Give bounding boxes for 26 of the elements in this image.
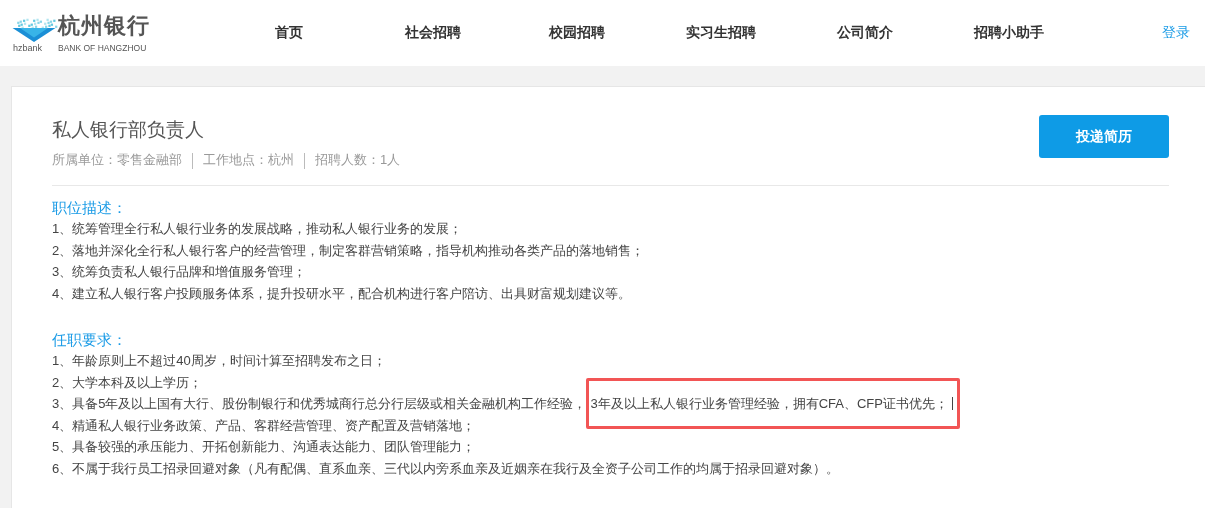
nav-link[interactable]: 公司简介 xyxy=(793,24,937,42)
list-line: 4、精通私人银行业务政策、产品、客群经营管理、资产配置及营销落地； xyxy=(52,417,476,433)
list-line: 1、统筹管理全行私人银行业务的发展战略，推动私人银行业务的发展； xyxy=(52,221,463,236)
list-line: 5、具备较强的承压能力、开拓创新能力、沟通表达能力、团队管理能力； xyxy=(52,439,476,454)
nav-link[interactable]: 招聘小助手 xyxy=(937,24,1081,42)
logo-tag: hzbank xyxy=(13,43,43,53)
logo-subtitle: BANK OF HANGZHOU xyxy=(58,43,147,53)
list-line: 6、不属于我行员工招录回避对象（凡有配偶、直系血亲、三代以内旁系血亲及近姻亲在我行及全资子公司工作的均属于招录回避对象）。 xyxy=(52,460,840,476)
nav-link[interactable]: 实习生招聘 xyxy=(649,24,793,42)
job-meta: 所属单位：零售金融部 xyxy=(52,151,182,169)
section-heading: 职位描述： xyxy=(52,198,128,218)
list-line: 3、统筹负责私人银行品牌和增值服务管理； xyxy=(52,264,307,279)
highlighted-text: 3年及以上私人银行业务管理经验，拥有CFA、CFP证书优先； xyxy=(586,378,960,429)
job-meta: 招聘人数：1人 xyxy=(304,153,401,169)
nav-link[interactable]: 首页 xyxy=(217,24,361,42)
list-line: 2、落地并深化全行私人银行客户的经营管理，制定客群营销策略，指导机构推动各类产品的落地销售； xyxy=(52,242,645,258)
nav-link[interactable]: 校园招聘 xyxy=(505,24,649,42)
list-line: 2、大学本科及以上学历； xyxy=(52,374,203,390)
list-line: 3、具备5年及以上国有大行、股份制银行和优秀城商行总分行层级或相关金融机构工作经验， xyxy=(52,396,587,411)
list-line: 4、建立私人银行客户投顾服务体系，提升投研水平，配合机构进行客户陪访、出具财富规划建议等。 xyxy=(52,285,632,301)
section-heading: 任职要求： xyxy=(52,330,128,350)
job-title: 私人银行部负责人 xyxy=(52,118,205,142)
list-line: 1、年龄原则上不超过40周岁，时间计算至招聘发布之日； xyxy=(52,353,386,368)
nav-link[interactable]: 社会招聘 xyxy=(361,24,505,42)
job-meta: 工作地点：杭州 xyxy=(192,153,294,169)
logo-name: 杭州银行 xyxy=(58,13,150,39)
